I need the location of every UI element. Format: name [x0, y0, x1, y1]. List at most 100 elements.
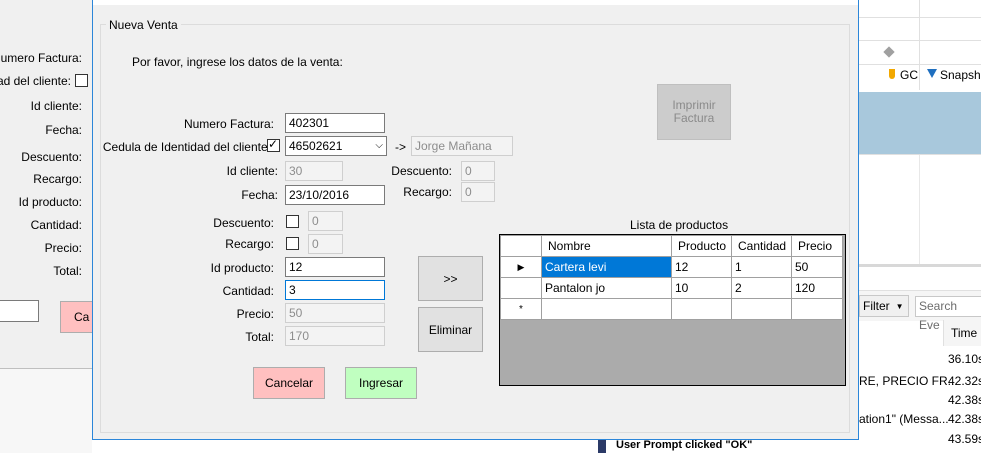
background-form: Numero Factura: tidad del cliente: Id cl…	[0, 0, 100, 453]
grid-cell-producto[interactable]: 10	[671, 277, 732, 299]
grid-header-nombre[interactable]: Nombre	[541, 235, 672, 257]
bg-label-recargo: Recargo:	[33, 172, 82, 186]
eliminar-button[interactable]: Eliminar	[418, 307, 483, 352]
label-cedula: Cedula de Identidad del cliente:	[102, 140, 271, 154]
legend-separator	[859, 64, 981, 65]
cedula-checkbox[interactable]: ✓	[267, 137, 280, 152]
bg-textbox[interactable]	[0, 300, 39, 322]
imprimir-factura-button[interactable]: Imprimir Factura	[657, 84, 731, 140]
instruction-text: Por favor, ingrese los datos de la venta…	[132, 55, 343, 69]
bg-label-cantidad: Cantidad:	[30, 218, 82, 232]
new-row-icon: *	[500, 298, 542, 320]
time-header-cell[interactable]: Time	[943, 320, 981, 346]
event-time-1: 42.32s	[948, 374, 981, 388]
bg-label-fecha: Fecha:	[45, 123, 82, 137]
label-descuento: Descuento:	[213, 216, 274, 230]
right-app: GC Snapsho Filter ▼ Search Eve Time atio…	[859, 0, 981, 453]
ingresar-button[interactable]: Ingresar	[345, 367, 417, 399]
cedula-select[interactable]: 46502621 ⌵	[285, 136, 387, 156]
label-descuento-info: Descuento:	[391, 164, 452, 178]
event-row-text-4: User Prompt clicked "OK"	[616, 439, 753, 451]
bg-label-cedula: tidad del cliente:	[0, 74, 71, 88]
timeline-line	[859, 17, 981, 18]
event-row-text-1: RE, PRECIO FR...	[859, 374, 958, 388]
descuento-info-field: 0	[461, 161, 495, 181]
precio-field: 50	[285, 303, 385, 323]
grid-cell-precio[interactable]	[791, 298, 843, 320]
label-recargo-info: Recargo:	[403, 185, 452, 199]
nueva-venta-dialog: Nueva Venta Por favor, ingrese los datos…	[92, 0, 859, 440]
filter-dropdown[interactable]: Filter ▼	[859, 295, 909, 317]
row-header[interactable]	[500, 277, 542, 299]
add-product-button[interactable]: >>	[418, 256, 483, 301]
diamond-marker-icon	[883, 46, 895, 58]
grid-header-row: Nombre Producto Cantidad Precio	[500, 235, 843, 257]
id-producto-input[interactable]: 12	[285, 257, 385, 277]
recargo-checkbox[interactable]	[286, 237, 299, 250]
groupbox-title: Nueva Venta	[106, 18, 181, 32]
descuento-field: 0	[308, 211, 343, 231]
time-header: Time	[951, 326, 978, 340]
label-total: Total:	[245, 330, 274, 344]
grid-cell-producto[interactable]: 12	[671, 256, 732, 278]
timeline-line2	[859, 40, 981, 41]
products-grid[interactable]: Nombre Producto Cantidad Precio ▶ Carter…	[499, 234, 846, 386]
timeline-vline	[919, 0, 920, 90]
recargo-info-field: 0	[461, 182, 495, 202]
label-numero-factura: Numero Factura:	[183, 117, 274, 131]
label-fecha: Fecha:	[241, 188, 278, 202]
recargo-field: 0	[308, 234, 343, 254]
grid-cell-producto[interactable]	[671, 298, 732, 320]
bg-cedula-checkbox[interactable]	[75, 74, 88, 87]
scroll-bar[interactable]	[859, 264, 981, 267]
table-row[interactable]: Pantalon jo 10 2 120	[500, 277, 843, 299]
event-time-2: 42.38s	[948, 393, 981, 407]
label-precio: Precio:	[236, 307, 274, 321]
grid-header-cantidad[interactable]: Cantidad	[731, 235, 792, 257]
new-row[interactable]: *	[500, 298, 843, 320]
grid-cell-cantidad[interactable]: 2	[731, 277, 792, 299]
grid-header-precio[interactable]: Precio	[791, 235, 843, 257]
grid-cell-nombre[interactable]	[541, 298, 672, 320]
grid-cell-nombre[interactable]: Pantalon jo	[541, 277, 672, 299]
graph-area	[859, 154, 981, 265]
memory-graph	[859, 92, 981, 154]
grid-header-producto[interactable]: Producto	[671, 235, 732, 257]
event-row-text-3: ation1" (Messa...	[859, 412, 949, 426]
grid-cell-cantidad[interactable]: 1	[731, 256, 792, 278]
event-time-0: 36.10s	[948, 352, 981, 366]
snapshot-label: Snapsho	[940, 68, 981, 82]
fecha-input[interactable]: 23/10/2016	[285, 185, 385, 205]
table-row[interactable]: ▶ Cartera levi 12 1 50	[500, 256, 843, 278]
label-id-cliente: Id cliente:	[226, 164, 278, 178]
grid-cell-precio[interactable]: 120	[791, 277, 843, 299]
bg-label-descuento: Descuento:	[21, 150, 82, 164]
grid-cell-precio[interactable]: 50	[791, 256, 843, 278]
total-field: 170	[285, 326, 385, 346]
cliente-nombre-field: Jorge Mañana	[411, 136, 513, 156]
grid-cell-nombre[interactable]: Cartera levi	[541, 256, 672, 278]
lista-productos-label: Lista de productos	[630, 218, 729, 232]
cedula-value: 46502621	[289, 139, 343, 153]
search-events-input[interactable]: Search Eve	[915, 296, 981, 332]
cantidad-input[interactable]: 3	[285, 280, 385, 300]
gc-label: GC	[900, 68, 918, 82]
arrow-label: ->	[395, 140, 407, 154]
bg-label-id-producto: Id producto:	[18, 195, 82, 209]
chevron-down-icon: ▼	[895, 301, 904, 311]
dialog-client: Nueva Venta Por favor, ingrese los datos…	[93, 5, 858, 439]
id-cliente-field: 30	[285, 161, 343, 181]
numero-factura-input[interactable]: 402301	[285, 113, 385, 133]
label-cantidad: Cantidad:	[222, 284, 274, 298]
grid-cell-cantidad[interactable]	[731, 298, 792, 320]
event-row-partial: User Prompt clicked "OK"	[598, 439, 859, 453]
grid-corner	[500, 235, 542, 257]
chevron-down-icon: ⌵	[375, 140, 383, 151]
descuento-checkbox[interactable]	[286, 215, 299, 228]
gc-marker-icon	[889, 69, 895, 79]
event-time-3: 42.38s	[948, 412, 981, 426]
cancelar-button[interactable]: Cancelar	[253, 367, 325, 399]
bg-label-numero-factura: Numero Factura:	[0, 51, 82, 65]
checkmark-icon: ✓	[268, 137, 279, 151]
event-time-4: 43.59s	[948, 432, 981, 446]
